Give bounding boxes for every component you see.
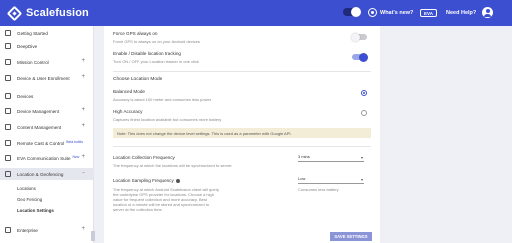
sampling-frequency-title: Location Sampling Frequency	[113, 178, 180, 183]
sampling-frequency-desc-5: server at the collection time.	[113, 207, 163, 212]
sidebar-subitem-location-settings[interactable]: Location Settings	[17, 208, 54, 213]
theme-toggle[interactable]	[343, 7, 361, 17]
sidebar-item-getting-started[interactable]: Getting Started	[0, 27, 94, 39]
sampling-frequency-title-text: Location Sampling Frequency	[113, 178, 174, 183]
force-gps-desc: Force GPS to always on on your Android d…	[113, 39, 200, 44]
beta-badge: Beta builds	[66, 140, 84, 144]
sidebar-item-eva-suite[interactable]: EVA Communication Suite New +	[0, 152, 94, 164]
location-tracking-toggle[interactable]	[352, 52, 368, 62]
sidebar-item-label: Device & User Enrollment	[17, 75, 70, 81]
location-mode-heading: Choose Location Mode	[113, 77, 163, 82]
force-gps-toggle[interactable]	[351, 32, 367, 42]
location-tracking-desc: Turn ON / OFF your Location tracker in o…	[113, 59, 199, 64]
logo-text: Scalefusion	[26, 7, 89, 19]
sidebar-item-label: Device Management	[17, 108, 60, 114]
enroll-icon	[5, 75, 11, 81]
sidebar-item-label: Location & Geofencing	[17, 171, 64, 177]
sidebar-item-deepdive[interactable]: DeepDive	[0, 40, 94, 52]
collection-frequency-select[interactable]: 3 mins ▾	[298, 154, 364, 162]
top-navbar: Scalefusion What's new? EVA Need Help?	[0, 0, 512, 26]
expand-plus-icon[interactable]: +	[81, 123, 85, 129]
location-settings-panel: Force GPS always on Force GPS to always …	[104, 26, 380, 243]
sidebar-item-enrollment[interactable]: Device & User Enrollment +	[0, 72, 94, 84]
need-help-link[interactable]: Need Help?	[446, 7, 476, 19]
new-badge: New	[72, 155, 80, 159]
save-settings-button[interactable]: SAVE SETTINGS	[330, 232, 372, 241]
sidebar-item-label: Enterprise	[17, 227, 38, 233]
sidebar-item-label: Getting Started	[17, 30, 48, 36]
sidebar-item-label: Mission Control	[17, 59, 49, 65]
chevron-down-icon: ▾	[360, 155, 363, 160]
location-mode-note: Note: This does not change the device le…	[113, 128, 371, 138]
sidebar-collapse-handle[interactable]	[91, 231, 95, 241]
sidebar-item-content-management[interactable]: Content Management +	[0, 121, 94, 133]
balanced-mode-radio[interactable]	[361, 90, 367, 96]
high-accuracy-title: High Accuracy	[113, 109, 143, 114]
logo-icon	[6, 5, 23, 21]
expand-plus-icon[interactable]: +	[81, 58, 85, 64]
balanced-mode-desc: Accuracy is about 100 meter and consumes…	[113, 97, 212, 102]
whats-new-icon[interactable]	[368, 8, 377, 17]
location-icon	[5, 171, 11, 177]
sidebar-item-enterprise[interactable]: Enterprise +	[0, 224, 94, 236]
sidebar-item-mission-control[interactable]: Mission Control +	[0, 56, 94, 68]
location-tracking-title: Enable / Disable location tracking	[113, 51, 181, 56]
sidebar: Getting Started DeepDive Mission Control…	[0, 26, 95, 243]
sidebar-item-location-geofencing[interactable]: Location & Geofencing −	[0, 168, 94, 180]
sampling-frequency-hint: Consumes less battery	[298, 187, 339, 192]
sidebar-item-label: Remote Cast & Control	[17, 140, 65, 146]
sidebar-subitem-locations[interactable]: Locations	[17, 186, 36, 191]
sampling-frequency-value: Low	[298, 176, 306, 181]
collection-frequency-desc: The frequency at which the locations wil…	[113, 163, 233, 168]
chevron-down-icon: ▾	[360, 177, 363, 182]
sidebar-item-label: DeepDive	[17, 43, 38, 49]
sidebar-item-label: Content Management	[17, 124, 62, 130]
balanced-mode-title: Balanced Mode	[113, 89, 145, 94]
expand-plus-icon[interactable]: +	[81, 226, 85, 232]
sidebar-item-label: Devices	[17, 93, 34, 99]
sidebar-item-remote-cast[interactable]: Remote Cast & Control Beta builds	[0, 137, 94, 149]
dashboard-icon	[5, 59, 11, 65]
devices-icon	[5, 93, 11, 99]
eva-button[interactable]: EVA	[420, 9, 437, 17]
divider	[113, 71, 371, 72]
collection-frequency-title: Location Collection Frequency	[113, 155, 175, 160]
expand-plus-icon[interactable]: +	[81, 107, 85, 113]
collapse-minus-icon[interactable]: −	[82, 170, 85, 176]
user-avatar-icon[interactable]	[482, 7, 493, 18]
sampling-frequency-select[interactable]: Low ▾	[298, 176, 364, 184]
force-gps-title: Force GPS always on	[113, 31, 158, 36]
sidebar-item-devices[interactable]: Devices	[0, 90, 94, 102]
rocket-icon	[5, 30, 11, 36]
device-management-icon	[5, 108, 11, 114]
scalefusion-logo[interactable]: Scalefusion	[6, 5, 89, 21]
collection-frequency-value: 3 mins	[298, 154, 310, 159]
chart-icon	[5, 43, 11, 49]
expand-plus-icon[interactable]: +	[81, 154, 85, 160]
high-accuracy-radio[interactable]	[361, 110, 367, 116]
whats-new-link[interactable]: What's new?	[380, 7, 413, 19]
high-accuracy-desc: Captures finest location available but c…	[113, 117, 222, 122]
divider	[113, 146, 371, 147]
sidebar-item-device-management[interactable]: Device Management +	[0, 105, 94, 117]
chat-icon	[5, 155, 11, 161]
sidebar-subitem-geo-fencing[interactable]: Geo Fencing	[17, 197, 42, 202]
expand-plus-icon[interactable]: +	[81, 74, 85, 80]
remote-cast-icon	[5, 140, 11, 146]
content-icon	[5, 124, 11, 130]
sidebar-item-label: EVA Communication Suite	[17, 155, 71, 161]
enterprise-icon	[5, 227, 11, 233]
info-icon[interactable]	[175, 178, 180, 183]
